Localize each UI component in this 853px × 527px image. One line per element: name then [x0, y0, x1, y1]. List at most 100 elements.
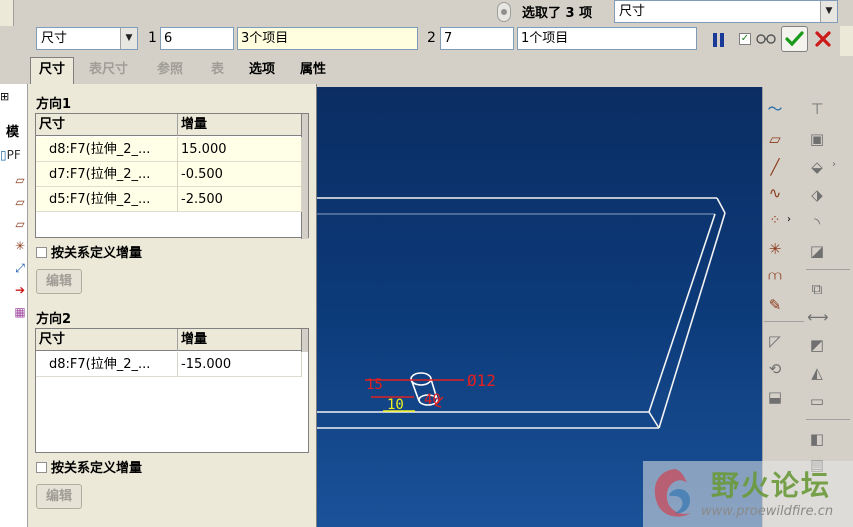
sketch-icon[interactable]: ✎: [765, 295, 785, 315]
direction2-label: 2: [427, 30, 436, 46]
type-select-value: 尺寸: [41, 31, 68, 46]
datum-display-icon[interactable]: 〜: [765, 99, 785, 119]
divider: [806, 269, 850, 270]
direction2-title: 方向2: [36, 312, 72, 327]
checkbox-icon: [36, 247, 47, 258]
checkbox-icon: [36, 462, 47, 473]
coordinate-system-icon[interactable]: ✳: [765, 239, 785, 259]
chevron-down-icon: ▼: [120, 28, 137, 49]
direction1-relation-checkbox[interactable]: 按关系定义增量: [36, 245, 142, 263]
selected-count-label: 选取了 3 项: [522, 6, 593, 21]
dimension-10[interactable]: 10: [387, 397, 404, 413]
dimension-cell: d8:F7(拉伸_2_...: [36, 352, 178, 377]
x-icon: [815, 31, 831, 47]
table-row[interactable]: d7:F7(拉伸_2_... -0.500: [36, 162, 302, 187]
watermark-url: www.proewildfire.cn: [701, 504, 834, 519]
part-icon: ▯: [0, 148, 7, 162]
mirror-icon[interactable]: ⟷: [807, 307, 829, 327]
dimension-cell: d7:F7(拉伸_2_...: [36, 162, 178, 187]
datum-plane-icon[interactable]: ▱: [10, 192, 30, 212]
direction1-items-field[interactable]: 3个项目: [237, 27, 418, 50]
right-edge: [840, 26, 853, 56]
direction1-edit-button[interactable]: 编辑: [36, 269, 82, 294]
model-tree-strip: ⊞ 模 ▯PF ▱ ▱ ▱ ✳ ⤢ ➔ ▦: [0, 84, 28, 527]
column-header-dimension: 尺寸: [36, 329, 178, 351]
type-select[interactable]: 尺寸 ▼: [36, 27, 138, 50]
table-row[interactable]: d5:F7(拉伸_2_... -2.500: [36, 187, 302, 212]
column-header-increment: 增量: [178, 114, 302, 136]
checkmark-icon: [785, 31, 804, 47]
pattern-icon[interactable]: ◧: [807, 429, 827, 449]
csys-icon[interactable]: ✳: [10, 236, 30, 256]
direction2-edit-button[interactable]: 编辑: [36, 484, 82, 509]
increment-cell[interactable]: -0.500: [178, 162, 302, 187]
tree-root-item[interactable]: ▯PF: [0, 148, 21, 162]
chamfer-icon[interactable]: ◪: [807, 241, 827, 261]
divider: [764, 321, 804, 322]
insert-here-arrow-icon[interactable]: ➔: [10, 280, 30, 300]
direction2-items-field[interactable]: 1个项目: [517, 27, 697, 50]
increment-cell[interactable]: 15.000: [178, 137, 302, 162]
direction2-relation-checkbox[interactable]: 按关系定义增量: [36, 460, 142, 478]
direction1-count-input[interactable]: 6: [160, 27, 234, 50]
tab-table-dimensions[interactable]: 表尺寸: [89, 58, 128, 82]
copy-icon[interactable]: ⧉: [807, 279, 827, 299]
sweep-icon[interactable]: ⬓: [765, 387, 785, 407]
draft-icon[interactable]: ⬗: [807, 185, 827, 205]
direction1-title: 方向1: [36, 97, 72, 112]
shell-icon[interactable]: ▣: [807, 129, 827, 149]
table-row[interactable]: d8:F7(拉伸_2_... 15.000: [36, 137, 302, 162]
tree-layout-icon[interactable]: ⊞: [0, 90, 14, 104]
round-icon[interactable]: ◝: [807, 213, 827, 233]
plate-outline: [317, 197, 726, 429]
glasses-icon[interactable]: [755, 30, 777, 46]
datum-plane-icon[interactable]: ▱: [10, 170, 30, 190]
filter-select-value: 尺寸: [619, 4, 646, 19]
offset-icon[interactable]: ▭: [807, 391, 827, 411]
datum-plane-icon[interactable]: ▱: [765, 129, 785, 149]
diameter-dimension[interactable]: Ø12: [467, 371, 496, 390]
table-scrollbar[interactable]: [301, 329, 308, 352]
datum-axis-icon[interactable]: ╱: [765, 157, 785, 177]
table-scrollbar[interactable]: [301, 114, 308, 239]
hole-icon[interactable]: ⊤: [807, 99, 827, 119]
tab-dimensions[interactable]: 尺寸: [30, 57, 75, 84]
revolve-icon[interactable]: ⟲: [765, 359, 785, 379]
chevron-right-icon[interactable]: ›: [787, 214, 791, 225]
collapse-knob-icon[interactable]: [497, 2, 511, 22]
tab-options[interactable]: 选项: [249, 58, 275, 82]
tab-properties[interactable]: 属性: [300, 58, 326, 82]
pattern-icon[interactable]: ▦: [10, 302, 30, 322]
pause-icon[interactable]: [713, 33, 725, 47]
tab-references[interactable]: 参照: [157, 58, 183, 82]
watermark-title: 野火论坛: [711, 469, 832, 502]
datum-plane-icon[interactable]: ▱: [10, 214, 30, 234]
trim-icon[interactable]: ◭: [807, 363, 827, 383]
direction1-label: 1: [148, 30, 157, 46]
divider: [806, 419, 850, 420]
direction2-table: 尺寸 增量 d8:F7(拉伸_2_... -15.000: [35, 328, 309, 453]
left-sliver: [0, 0, 14, 26]
watermark-logo-icon: [654, 469, 691, 517]
feature-icon[interactable]: ⤢: [10, 258, 30, 278]
table-header: 尺寸 增量: [36, 329, 302, 351]
increment-cell[interactable]: -15.000: [178, 352, 302, 377]
dimension-40[interactable]: 40: [424, 392, 441, 408]
cancel-button[interactable]: [812, 28, 834, 50]
datum-curve-icon[interactable]: ∿: [765, 183, 785, 203]
analysis-icon[interactable]: ⩋: [765, 267, 785, 287]
extrude-icon[interactable]: ◸: [765, 331, 785, 351]
ok-button[interactable]: [781, 26, 808, 52]
preview-checkbox-icon[interactable]: ✓: [739, 33, 751, 45]
filter-select[interactable]: 尺寸 ▼: [614, 0, 838, 23]
rib-icon[interactable]: ⬙: [807, 157, 827, 177]
merge-icon[interactable]: ◩: [807, 335, 827, 355]
chevron-right-icon[interactable]: ›: [832, 159, 836, 170]
dimension-cell: d8:F7(拉伸_2_...: [36, 137, 178, 162]
increment-cell[interactable]: -2.500: [178, 187, 302, 212]
tab-table[interactable]: 表: [211, 58, 224, 82]
dimension-15[interactable]: 15: [366, 377, 383, 393]
direction2-count-input[interactable]: 7: [440, 27, 514, 50]
table-row[interactable]: d8:F7(拉伸_2_... -15.000: [36, 352, 302, 377]
datum-point-icon[interactable]: ⁘: [765, 211, 785, 231]
